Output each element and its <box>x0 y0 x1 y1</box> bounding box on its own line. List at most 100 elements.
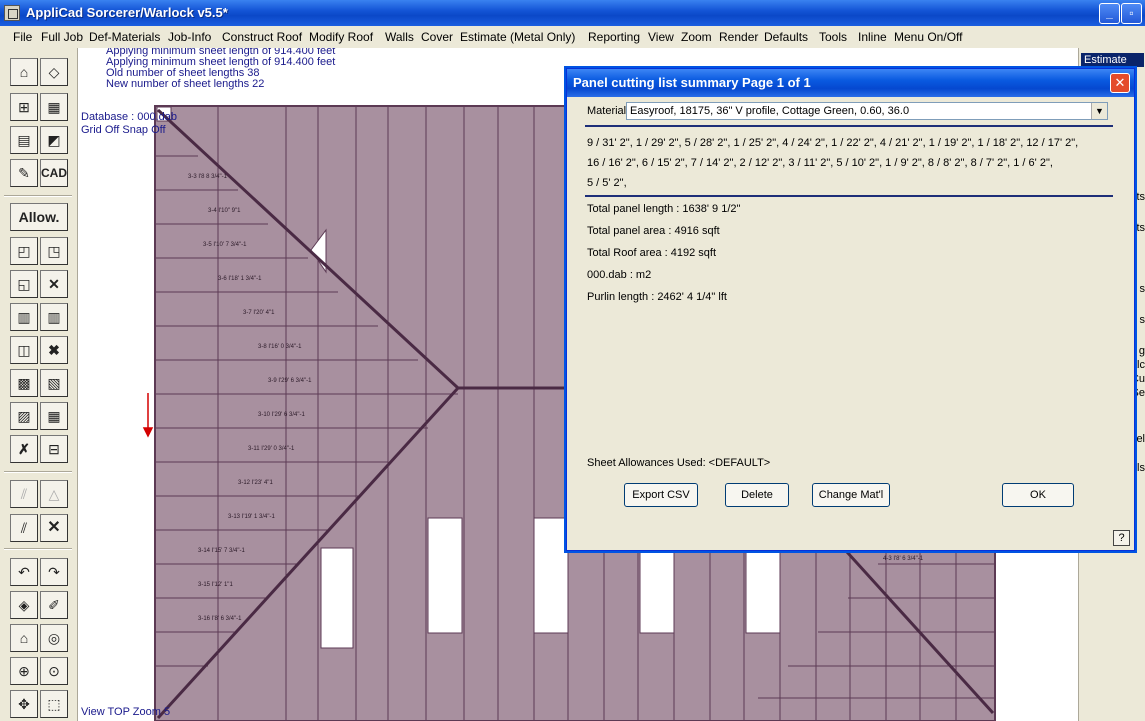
toolbar-divider-3 <box>4 548 72 550</box>
dim-tool-a-icon[interactable]: ⫽ <box>10 480 38 508</box>
svg-text:3-14 I'15' 7 3/4"-1: 3-14 I'15' 7 3/4"-1 <box>198 548 245 554</box>
app-icon <box>4 5 20 21</box>
menu-construct-roof[interactable]: Construct Roof <box>222 30 302 44</box>
material-select[interactable]: Easyroof, 18175, 36" V profile, Cottage … <box>626 102 1108 120</box>
menu-file[interactable]: File <box>13 30 32 44</box>
roof-view-icon[interactable]: ⌂ <box>10 624 38 652</box>
svg-text:3-15 I'12' 1"1: 3-15 I'12' 1"1 <box>198 582 233 588</box>
svg-text:3-5 I'10' 7 3/4"-1: 3-5 I'10' 7 3/4"-1 <box>203 242 247 248</box>
pitched-roof-tool-icon[interactable]: ⌂ <box>10 58 38 86</box>
cad-button[interactable]: CAD <box>40 159 68 187</box>
menu-cover[interactable]: Cover <box>421 30 453 44</box>
eraser-icon[interactable]: ◈ <box>10 591 38 619</box>
frame-icon[interactable]: ⊟ <box>40 435 68 463</box>
menu-def-materials[interactable]: Def-Materials <box>89 30 160 44</box>
minimize-button[interactable]: _ <box>1099 3 1120 24</box>
brush-icon[interactable]: ✐ <box>40 591 68 619</box>
render-c-icon[interactable]: ▨ <box>10 402 38 430</box>
menu-walls[interactable]: Walls <box>385 30 414 44</box>
panel-right-icon[interactable]: ▥ <box>40 303 68 331</box>
menu-reporting[interactable]: Reporting <box>588 30 640 44</box>
cut-list-line-3: 5 / 5' 2", <box>587 177 627 189</box>
dialog-title: Panel cutting list summary Page 1 of 1 <box>567 69 1134 97</box>
close-icon[interactable]: ✕ <box>1110 73 1130 93</box>
total-roof-area: Total Roof area : 4192 sqft <box>587 247 717 259</box>
database-status: Database : 000.dab <box>81 111 178 123</box>
material-label: Material: <box>587 105 630 117</box>
title-bar: AppliCad Sorcerer/Warlock v5.5* _ ▫ <box>0 0 1145 26</box>
valley-tool-icon[interactable]: ◳ <box>40 237 68 265</box>
panel-fragment-4: s <box>1139 314 1145 326</box>
dim-tool-b-icon[interactable]: △ <box>40 480 68 508</box>
hip-tool-icon[interactable]: ◰ <box>10 237 38 265</box>
menu-defaults[interactable]: Defaults <box>764 30 808 44</box>
flashing-tool-icon[interactable]: ◩ <box>40 126 68 154</box>
toolbar-divider-2 <box>4 471 72 473</box>
menu-tools[interactable]: Tools <box>819 30 847 44</box>
ok-button[interactable]: OK <box>1002 483 1074 507</box>
panel-fragment-1: ts <box>1136 191 1145 203</box>
app-window: AppliCad Sorcerer/Warlock v5.5* _ ▫ File… <box>0 0 1145 721</box>
dormer-tool-icon[interactable]: ◱ <box>10 270 38 298</box>
chevron-down-icon[interactable]: ▼ <box>1091 103 1107 119</box>
panel-left-icon[interactable]: ▥ <box>10 303 38 331</box>
restore-button[interactable]: ▫ <box>1121 3 1142 24</box>
zoom-window-icon[interactable]: ⬚ <box>40 690 68 718</box>
change-material-button[interactable]: Change Mat'l <box>812 483 890 507</box>
gutter-tool-icon[interactable]: ⊞ <box>10 93 38 121</box>
skew-tool-icon[interactable]: ◇ <box>40 58 68 86</box>
svg-text:3-7 I'20' 4"1: 3-7 I'20' 4"1 <box>243 310 275 316</box>
menu-estimate[interactable]: Estimate (Metal Only) <box>460 30 575 44</box>
cancel-x-icon[interactable]: ✕ <box>40 514 68 542</box>
menu-full-job[interactable]: Full Job <box>41 30 83 44</box>
svg-text:3-13 I'19' 1 3/4"-1: 3-13 I'19' 1 3/4"-1 <box>228 514 275 520</box>
sheet-tool-icon[interactable]: ▦ <box>40 93 68 121</box>
cut-list-line-2: 16 / 16' 2", 6 / 15' 2", 7 / 14' 2", 2 /… <box>587 157 1053 169</box>
redo-icon[interactable]: ↷ <box>40 558 68 586</box>
estimate-tab[interactable]: Estimate <box>1081 53 1144 67</box>
render-a-icon[interactable]: ▩ <box>10 369 38 397</box>
toolbar-divider <box>4 195 72 197</box>
total-panel-length: Total panel length : 1638' 9 1/2" <box>587 203 741 215</box>
divider-top <box>585 125 1113 127</box>
grid-status: Grid Off Snap Off <box>81 124 166 136</box>
menu-on-off[interactable]: Menu On/Off <box>894 30 962 44</box>
panel-fragment-5: g <box>1138 345 1145 357</box>
undo-icon[interactable]: ↶ <box>10 558 38 586</box>
rotate-view-icon[interactable]: ◎ <box>40 624 68 652</box>
delete-panel-icon[interactable]: ✕ <box>40 270 68 298</box>
svg-text:3-12 I'23' 4"1: 3-12 I'23' 4"1 <box>238 480 273 486</box>
delete-button[interactable]: Delete <box>725 483 789 507</box>
wrench-tool-icon[interactable]: ✎ <box>10 159 38 187</box>
menu-job-info[interactable]: Job-Info <box>168 30 211 44</box>
panel-fragment-2: ts <box>1136 222 1145 234</box>
svg-text:3-11 I'29' 0 3/4"-1: 3-11 I'29' 0 3/4"-1 <box>248 446 295 452</box>
render-d-icon[interactable]: ▦ <box>40 402 68 430</box>
help-button[interactable]: ? <box>1113 530 1130 546</box>
svg-text:3-6 I'18' 1 3/4"-1: 3-6 I'18' 1 3/4"-1 <box>218 276 262 282</box>
menu-bar: File Full Job Def-Materials Job-Info Con… <box>0 26 1145 48</box>
clear-icon[interactable]: ✗ <box>10 435 38 463</box>
menu-zoom[interactable]: Zoom <box>681 30 712 44</box>
panel-split-icon[interactable]: ◫ <box>10 336 38 364</box>
panel-remove-icon[interactable]: ✖ <box>40 336 68 364</box>
menu-render[interactable]: Render <box>719 30 758 44</box>
menu-inline[interactable]: Inline <box>858 30 887 44</box>
panel-fragment-3: s <box>1139 283 1145 295</box>
svg-text:3-8 I'16' 0 3/4"-1: 3-8 I'16' 0 3/4"-1 <box>258 344 302 350</box>
render-b-icon[interactable]: ▧ <box>40 369 68 397</box>
allowances-button[interactable]: Allow. <box>10 203 68 231</box>
left-toolbar: ⌂ ◇ ⊞ ▦ ▤ ◩ ✎ CAD Allow. ◰ ◳ ◱ ✕ ▥ ▥ ◫ ✖… <box>0 48 78 721</box>
layer-tool-icon[interactable]: ▤ <box>10 126 38 154</box>
panel-fragment-9: el <box>1136 433 1145 445</box>
zoom-icon[interactable]: ⊕ <box>10 657 38 685</box>
total-panel-area: Total panel area : 4916 sqft <box>587 225 720 237</box>
window-title: AppliCad Sorcerer/Warlock v5.5* <box>26 5 228 20</box>
pan-icon[interactable]: ✥ <box>10 690 38 718</box>
menu-view[interactable]: View <box>648 30 674 44</box>
export-csv-button[interactable]: Export CSV <box>624 483 698 507</box>
material-select-value: Easyroof, 18175, 36" V profile, Cottage … <box>630 105 910 117</box>
slope-tool-icon[interactable]: ⫽ <box>10 514 38 542</box>
zoom-extents-icon[interactable]: ⊙ <box>40 657 68 685</box>
menu-modify-roof[interactable]: Modify Roof <box>309 30 373 44</box>
